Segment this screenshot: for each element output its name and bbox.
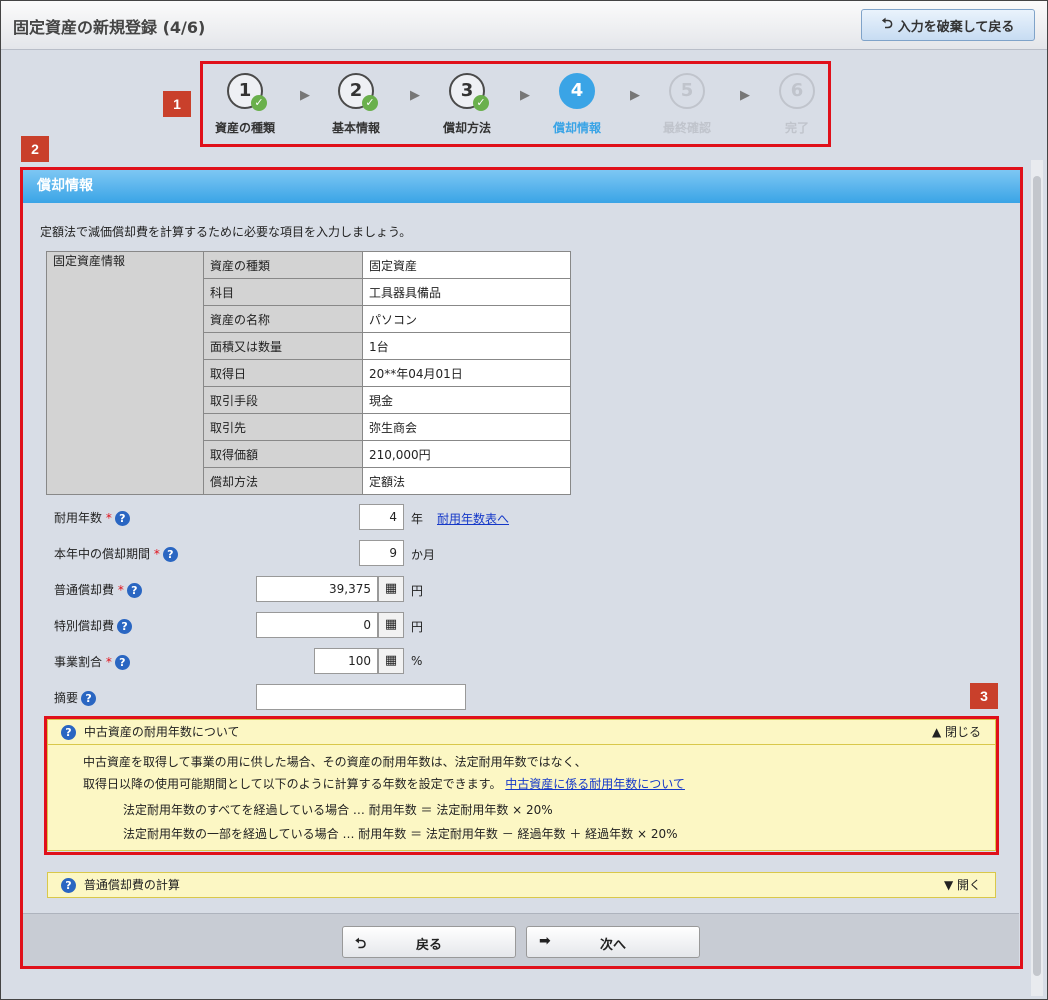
step-1-circle: 1 ✓ [227,73,267,111]
marker-2: 2 [21,136,49,162]
step-2-label: 基本情報 [331,121,380,135]
step-arrow-icon: ▶ [520,88,530,103]
step-1: 1 ✓ 資産の種類 [200,73,290,136]
step-5-circle: 5 [669,73,705,109]
discard-button-label: 入力を破棄して戻る [897,19,1015,35]
check-icon: ✓ [251,95,267,111]
check-icon: ✓ [362,95,378,111]
step-1-label: 資産の種類 [214,121,275,135]
step-2-circle: 2 ✓ [338,73,378,111]
discard-and-return-button[interactable]: ⮌ 入力を破棄して戻る [861,9,1035,41]
step-indicator: 1 ✓ 資産の種類 ▶ 2 ✓ 基本情報 ▶ 3 ✓ 償却方法 ▶ 4 償却情報 ▶ … [200,61,831,147]
step-6: 6 完了 [752,73,842,136]
page-title: 固定資産の新規登録 (4/6) [13,18,206,37]
step-arrow-icon: ▶ [410,88,420,103]
step-3-circle: 3 ✓ [449,73,489,111]
step-6-circle: 6 [779,73,815,109]
highlight-box-panel [20,167,1023,969]
step-arrow-icon: ▶ [630,88,640,103]
step-4: 4 償却情報 [532,73,622,136]
step-arrow-icon: ▶ [300,88,310,103]
check-icon: ✓ [473,95,489,111]
step-3: 3 ✓ 償却方法 [422,73,512,136]
step-2: 2 ✓ 基本情報 [311,73,401,136]
step-5: 5 最終確認 [642,73,732,136]
marker-1: 1 [163,91,191,117]
step-3-label: 償却方法 [442,121,491,135]
return-arrow-icon: ⮌ [881,16,893,32]
vertical-scrollbar[interactable] [1031,160,1043,996]
scrollbar-thumb[interactable] [1033,176,1041,976]
title-bar: 固定資産の新規登録 (4/6) ⮌ 入力を破棄して戻る [1,1,1047,50]
step-4-circle: 4 [559,73,595,109]
step-5-label: 最終確認 [662,121,711,135]
step-4-label: 償却情報 [552,121,601,135]
step-6-label: 完了 [784,121,809,135]
step-arrow-icon: ▶ [740,88,750,103]
